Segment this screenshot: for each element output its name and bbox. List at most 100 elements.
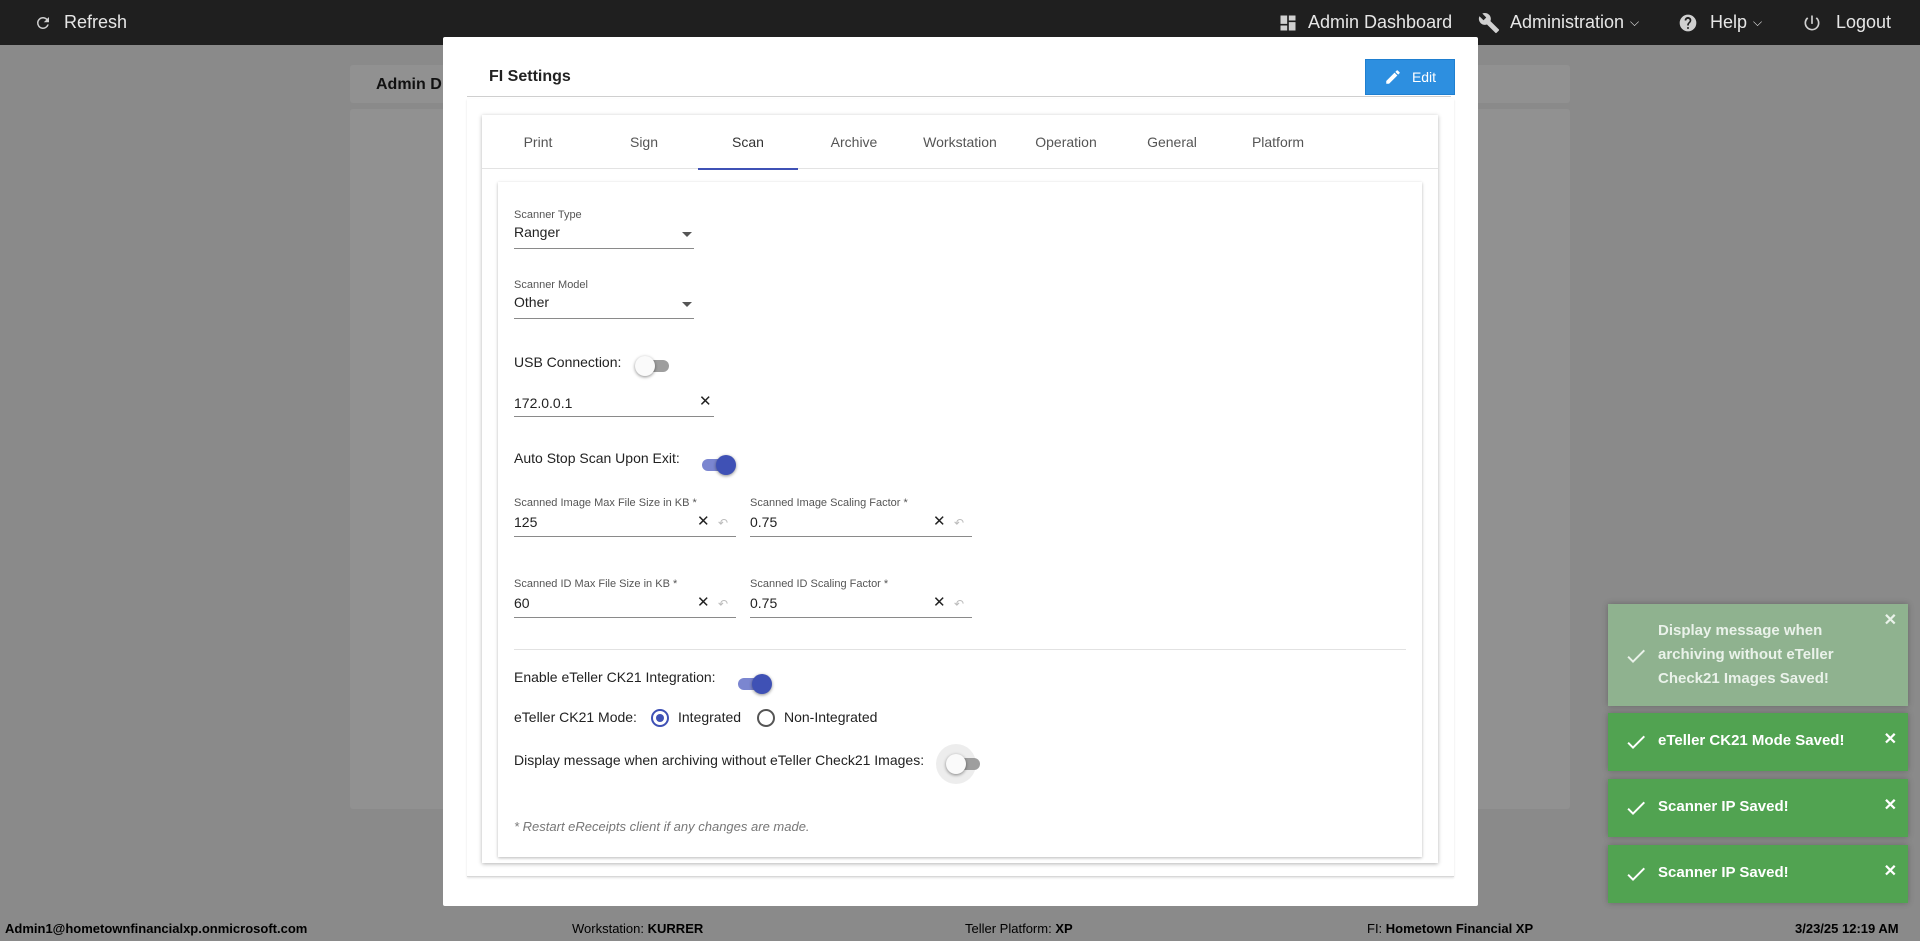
admin-dashboard-label: Admin Dashboard	[1308, 12, 1453, 32]
check-icon	[1624, 730, 1648, 758]
status-fi-value: Hometown Financial XP	[1385, 921, 1534, 936]
tab-archive[interactable]: Archive	[804, 115, 904, 169]
ck21-enable-toggle[interactable]	[736, 674, 772, 694]
toast-notification[interactable]: Display message when archiving without e…	[1608, 604, 1908, 706]
radio-integrated-label: Integrated	[678, 709, 742, 725]
status-datetime-value: 3/23/25 12:19 AM	[1795, 921, 1899, 936]
image-max-size-field[interactable]: 125	[514, 514, 537, 530]
ck21-enable-label: Enable eTeller CK21 Integration:	[514, 669, 716, 685]
radio-integrated[interactable]	[651, 709, 669, 727]
id-scaling-underline	[750, 617, 972, 618]
id-max-size-underline	[514, 617, 736, 618]
image-scaling-field[interactable]: 0.75	[750, 514, 777, 530]
status-platform: Teller Platform: XP	[965, 921, 1073, 936]
wrench-icon	[1478, 12, 1500, 33]
help-menu[interactable]: Help ⌵	[1678, 0, 1762, 45]
refresh-button[interactable]: Refresh	[34, 0, 127, 45]
image-scaling-label: Scanned Image Scaling Factor *	[750, 497, 908, 509]
radio-non-integrated[interactable]	[757, 709, 775, 727]
scanner-type-label: Scanner Type	[514, 209, 582, 221]
toggle-thumb	[946, 754, 966, 774]
clear-icon[interactable]: ✕	[697, 595, 710, 610]
toast-message: Scanner IP Saved!	[1658, 864, 1789, 881]
tab-platform[interactable]: Platform	[1228, 115, 1328, 169]
tab-general[interactable]: General	[1122, 115, 1222, 169]
background-page-title: Admin D	[376, 76, 442, 93]
radio-non-integrated-label: Non-Integrated	[784, 709, 878, 725]
clear-icon[interactable]: ✕	[697, 514, 710, 529]
id-max-size-field[interactable]: 60	[514, 595, 530, 611]
dashboard-icon	[1280, 15, 1296, 30]
tab-sign[interactable]: Sign	[594, 115, 694, 169]
status-user: Admin1@hometownfinancialxp.onmicrosoft.c…	[5, 921, 307, 936]
scanner-type-select[interactable]: Ranger	[514, 224, 560, 240]
check-icon	[1624, 796, 1648, 824]
image-max-size-label: Scanned Image Max File Size in KB *	[514, 497, 697, 509]
auto-stop-label: Auto Stop Scan Upon Exit:	[514, 450, 680, 466]
administration-label: Administration	[1510, 12, 1625, 32]
refresh-label: Refresh	[64, 12, 128, 32]
scan-settings-panel: Scanner Type Ranger Scanner Model Other …	[498, 182, 1422, 857]
clear-icon[interactable]: ✕	[699, 394, 712, 409]
power-icon	[1804, 15, 1820, 30]
status-user-value: Admin1@hometownfinancialxp.onmicrosoft.c…	[5, 921, 308, 936]
usb-connection-toggle[interactable]	[635, 356, 671, 376]
status-platform-label: Teller Platform:	[965, 921, 1052, 936]
display-message-toggle[interactable]	[946, 754, 982, 774]
toast-message: Display message when archiving without e…	[1658, 622, 1834, 687]
status-bar: Admin1@hometownfinancialxp.onmicrosoft.c…	[0, 916, 1920, 941]
image-max-size-underline	[514, 536, 736, 537]
toast-notification[interactable]: Scanner IP Saved! ✕	[1608, 779, 1908, 837]
scanner-ip-underline	[514, 416, 714, 417]
edit-label: Edit	[1411, 69, 1437, 85]
caret-down-icon	[682, 232, 692, 237]
logout-button[interactable]: Logout	[1802, 0, 1891, 45]
status-workstation-label: Workstation:	[572, 921, 645, 936]
image-scaling-underline	[750, 536, 972, 537]
logout-label: Logout	[1836, 12, 1892, 32]
undo-icon: ↶	[718, 516, 729, 530]
modal-title-divider	[467, 96, 1451, 97]
toast-notification[interactable]: Scanner IP Saved! ✕	[1608, 845, 1908, 903]
settings-tabs: Print Sign Scan Archive Workstation Oper…	[482, 115, 1438, 170]
auto-stop-toggle[interactable]	[700, 455, 736, 475]
settings-card: Print Sign Scan Archive Workstation Oper…	[482, 115, 1438, 863]
undo-icon: ↶	[954, 597, 965, 611]
clear-icon[interactable]: ✕	[933, 595, 946, 610]
id-scaling-field[interactable]: 0.75	[750, 595, 777, 611]
administration-menu[interactable]: Administration ⌵	[1478, 0, 1639, 45]
help-icon	[1679, 14, 1697, 31]
close-icon[interactable]: ✕	[1884, 861, 1897, 881]
toggle-thumb	[752, 674, 772, 694]
tab-print[interactable]: Print	[488, 115, 588, 169]
scanner-ip-field[interactable]: 172.0.0.1	[514, 395, 572, 411]
status-fi-label: FI:	[1367, 921, 1383, 936]
fi-settings-modal: FI Settings Edit Print Sign Scan Archive…	[443, 37, 1478, 906]
edit-button[interactable]: Edit	[1365, 59, 1455, 95]
clear-icon[interactable]: ✕	[933, 514, 946, 529]
usb-connection-label: USB Connection:	[514, 354, 622, 370]
close-icon[interactable]: ✕	[1884, 610, 1897, 630]
tab-scan[interactable]: Scan	[698, 115, 798, 170]
toast-notification[interactable]: eTeller CK21 Mode Saved! ✕	[1608, 713, 1908, 771]
toast-message: eTeller CK21 Mode Saved!	[1658, 732, 1845, 749]
close-icon[interactable]: ✕	[1884, 795, 1897, 815]
tab-workstation[interactable]: Workstation	[910, 115, 1010, 169]
status-workstation: Workstation: KURRER	[572, 921, 703, 936]
status-fi: FI: Hometown Financial XP	[1367, 921, 1533, 936]
status-platform-value: XP	[1055, 921, 1073, 936]
id-max-size-label: Scanned ID Max File Size in KB *	[514, 578, 678, 590]
status-workstation-value: KURRER	[647, 921, 704, 936]
toggle-thumb	[716, 455, 736, 475]
undo-icon: ↶	[954, 516, 965, 530]
close-icon[interactable]: ✕	[1884, 729, 1897, 749]
chevron-down-icon: ⌵	[1753, 15, 1763, 29]
chevron-down-icon: ⌵	[1630, 15, 1640, 29]
check-icon	[1624, 862, 1648, 890]
tab-operation[interactable]: Operation	[1016, 115, 1116, 169]
scanner-model-select[interactable]: Other	[514, 294, 549, 310]
status-datetime: 3/23/25 12:19 AM	[1795, 921, 1899, 936]
caret-down-icon	[682, 302, 692, 307]
id-scaling-label: Scanned ID Scaling Factor *	[750, 578, 889, 590]
scanner-model-label: Scanner Model	[514, 279, 588, 291]
